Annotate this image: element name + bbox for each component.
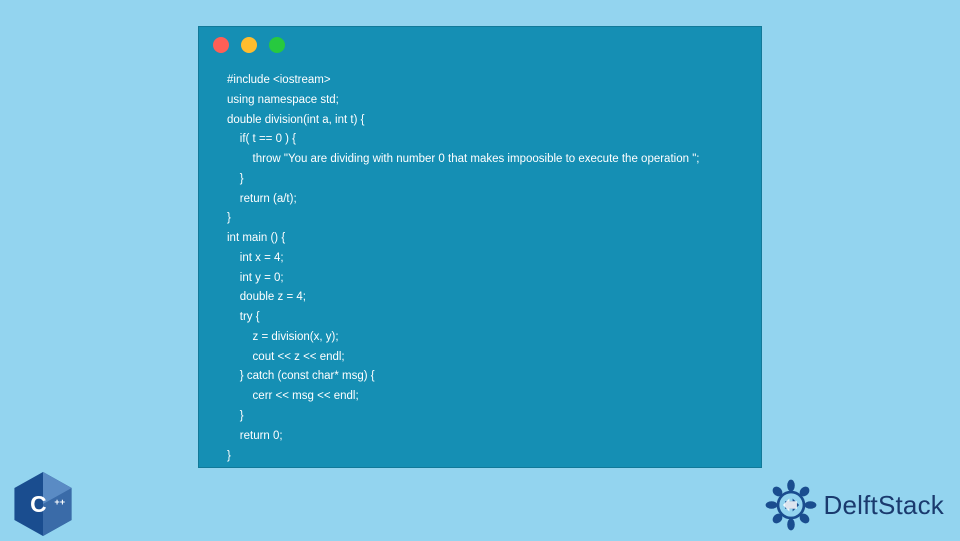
code-content: #include <iostream> using namespace std;… <box>199 59 761 482</box>
maximize-icon <box>269 37 285 53</box>
delftstack-name: DelftStack <box>824 490 945 521</box>
window-controls <box>199 27 761 59</box>
code-window: #include <iostream> using namespace std;… <box>198 26 762 468</box>
close-icon <box>213 37 229 53</box>
cpp-badge-icon: C ++ <box>14 472 72 536</box>
delftstack-logo-icon <box>764 478 818 532</box>
svg-text:++: ++ <box>54 497 65 507</box>
delftstack-branding: DelftStack <box>764 478 945 532</box>
svg-text:C: C <box>30 491 46 517</box>
minimize-icon <box>241 37 257 53</box>
